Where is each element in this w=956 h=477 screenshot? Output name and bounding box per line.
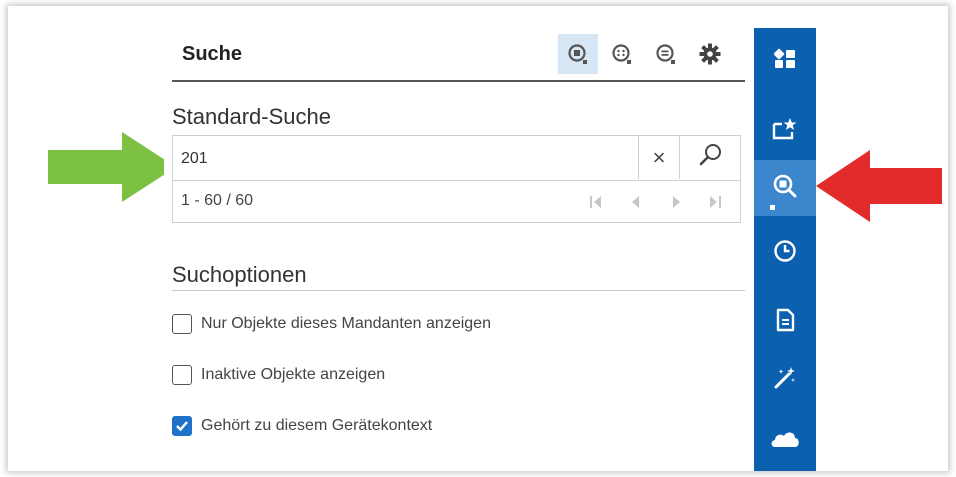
search-options-title: Suchoptionen [172, 262, 307, 287]
search-box: × 1 - 60 / 60 [172, 135, 741, 223]
option-label: Gehört zu diesem Gerätekontext [201, 417, 433, 434]
red-arrow [816, 150, 942, 222]
option-tenant-only[interactable]: Nur Objekte dieses Mandanten anzeigen [172, 311, 491, 337]
sidebar-item-wizard[interactable] [754, 352, 816, 408]
next-page-button[interactable] [665, 190, 689, 214]
sidebar-item-history[interactable] [754, 225, 816, 281]
active-indicator [770, 205, 775, 210]
first-page-button[interactable] [584, 190, 608, 214]
divider [172, 290, 745, 291]
magnifier-icon [698, 142, 724, 173]
sidebar-item-favorites[interactable] [754, 103, 816, 159]
last-page-button[interactable] [703, 190, 727, 214]
cloud-icon [770, 427, 800, 454]
panel-title: Suche [182, 43, 243, 65]
pager-row: 1 - 60 / 60 [173, 180, 740, 223]
green-arrow [48, 132, 176, 202]
magic-wand-icon [773, 366, 797, 395]
screenshot-frame: Suche Standard-Suche × [8, 6, 948, 471]
checkbox-inactive[interactable] [172, 365, 192, 385]
standard-search-icon[interactable] [558, 34, 598, 74]
search-row: × [173, 136, 740, 181]
sidebar-item-dashboard[interactable] [754, 33, 816, 89]
sidebar-item-documents[interactable] [754, 294, 816, 350]
sidebar [754, 28, 816, 471]
previous-page-button[interactable] [623, 190, 647, 214]
search-input[interactable] [173, 136, 645, 181]
option-label: Nur Objekte dieses Mandanten anzeigen [201, 315, 491, 332]
search-button[interactable] [679, 136, 742, 179]
settings-icon[interactable] [690, 34, 730, 74]
search-icon [772, 173, 798, 204]
sidebar-item-cloud[interactable] [754, 412, 816, 468]
option-inactive[interactable]: Inaktive Objekte anzeigen [172, 362, 385, 388]
standard-search-title: Standard-Suche [172, 104, 331, 129]
sidebar-item-search[interactable] [754, 160, 816, 216]
panel-header: Suche [172, 28, 745, 82]
clear-button[interactable]: × [638, 136, 679, 179]
option-device-context[interactable]: Gehört zu diesem Gerätekontext [172, 413, 432, 439]
checkbox-device-context[interactable] [172, 416, 192, 436]
option-label: Inaktive Objekte anzeigen [201, 366, 386, 383]
filter-search-icon[interactable] [646, 34, 686, 74]
dashboard-icon [773, 48, 796, 75]
document-icon [775, 308, 795, 337]
checkbox-tenant-only[interactable] [172, 314, 192, 334]
history-icon [773, 239, 797, 268]
search-panel: Suche Standard-Suche × [164, 28, 754, 471]
checkmark-icon [176, 421, 188, 432]
extended-search-icon[interactable] [602, 34, 642, 74]
favorites-icon [772, 117, 798, 146]
result-count: 1 - 60 / 60 [181, 192, 254, 209]
